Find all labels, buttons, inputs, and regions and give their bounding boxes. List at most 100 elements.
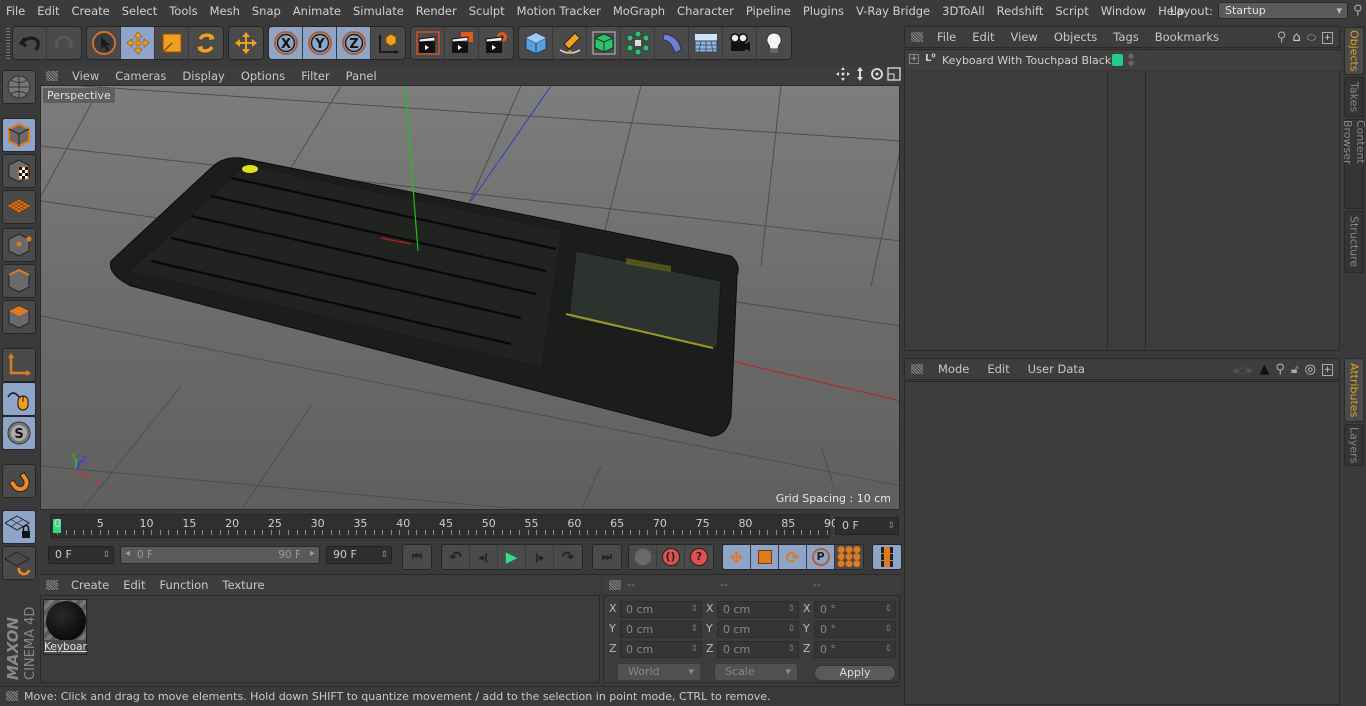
orbit-icon[interactable] bbox=[870, 67, 884, 81]
pos-y-field[interactable]: 0 cm bbox=[620, 621, 702, 638]
render-settings-button[interactable] bbox=[479, 27, 513, 59]
tab-takes[interactable]: Takes bbox=[1344, 77, 1364, 117]
search-icon[interactable]: ⚲ bbox=[1275, 362, 1285, 377]
panel-grip-icon[interactable] bbox=[46, 70, 58, 81]
keyframe-selection-button[interactable]: ? bbox=[685, 545, 713, 569]
texture-mode-button[interactable] bbox=[2, 154, 36, 188]
material-swatch[interactable]: Keyboar bbox=[43, 599, 87, 655]
objects-menu-view[interactable]: View bbox=[1003, 30, 1046, 44]
search-icon[interactable]: ⚲ bbox=[1277, 30, 1287, 45]
floor-button[interactable] bbox=[689, 27, 723, 59]
search-icon[interactable]: ⚲ bbox=[1353, 3, 1363, 18]
goto-start-button[interactable]: ⏮ bbox=[403, 545, 431, 569]
goto-end-button[interactable]: ⏭ bbox=[593, 545, 621, 569]
material-menu-texture[interactable]: Texture bbox=[215, 578, 271, 592]
keyboard-model[interactable] bbox=[109, 157, 739, 437]
live-selection-button[interactable] bbox=[87, 27, 121, 59]
rotate-tool-button[interactable] bbox=[189, 27, 223, 59]
object-row[interactable]: + L⁰ Keyboard With Touchpad Black ● ● bbox=[905, 51, 1341, 71]
viewport-menu-filter[interactable]: Filter bbox=[293, 69, 337, 83]
pos-x-field[interactable]: 0 cm bbox=[620, 601, 702, 618]
home-icon[interactable]: ⌂ bbox=[1292, 30, 1300, 45]
panel-grip-icon[interactable] bbox=[911, 364, 923, 374]
menu-create[interactable]: Create bbox=[66, 4, 116, 18]
menu-tools[interactable]: Tools bbox=[163, 4, 203, 18]
menu-character[interactable]: Character bbox=[671, 4, 740, 18]
key-scale-button[interactable] bbox=[751, 545, 779, 569]
tab-attributes[interactable]: Attributes bbox=[1344, 358, 1364, 422]
history-back-icon[interactable]: ◂◇▸ bbox=[1232, 363, 1253, 377]
menu-motion-tracker[interactable]: Motion Tracker bbox=[511, 4, 607, 18]
prev-frame-button[interactable]: ◂( bbox=[470, 545, 498, 569]
tab-objects[interactable]: Objects bbox=[1344, 27, 1364, 75]
x-axis-button[interactable]: X bbox=[269, 27, 303, 59]
move-tool-button[interactable] bbox=[121, 27, 155, 59]
model-mode-button[interactable] bbox=[2, 118, 36, 152]
new-panel-icon[interactable]: + bbox=[1322, 363, 1333, 376]
menu-select[interactable]: Select bbox=[116, 4, 163, 18]
size-mode-dropdown[interactable]: Scale bbox=[715, 664, 797, 680]
3d-viewport[interactable]: Y Z X Perspective Grid Spacing : 10 cm bbox=[40, 85, 900, 510]
expand-icon[interactable]: + bbox=[909, 54, 919, 64]
toolbar-grip[interactable] bbox=[6, 27, 10, 59]
visibility-dots-icon[interactable]: ● ● bbox=[1128, 53, 1134, 67]
rot-p-field[interactable]: 0 ° bbox=[814, 621, 896, 638]
camera-button[interactable] bbox=[723, 27, 757, 59]
panel-grip-icon[interactable] bbox=[609, 579, 621, 590]
layer-color-chip[interactable] bbox=[1112, 54, 1123, 66]
viewport-menu-panel[interactable]: Panel bbox=[338, 69, 385, 83]
objects-menu-bookmarks[interactable]: Bookmarks bbox=[1147, 30, 1227, 44]
menu-animate[interactable]: Animate bbox=[287, 4, 347, 18]
tab-layers[interactable]: Layers bbox=[1344, 424, 1364, 466]
prev-key-button[interactable]: ↶ bbox=[442, 545, 470, 569]
record-keys-button[interactable] bbox=[629, 545, 657, 569]
timeline-ruler[interactable]: 0 5 10 15 20 25 30 35 40 45 50 55 60 65 70 75 80 85 90 bbox=[50, 514, 838, 538]
range-left-arrow-icon[interactable]: ◂ bbox=[125, 548, 130, 559]
size-y-field[interactable]: 0 cm bbox=[717, 621, 799, 638]
next-frame-button[interactable]: )▸ bbox=[526, 545, 554, 569]
cursor-arrow-icon[interactable]: ▲ bbox=[1259, 362, 1269, 377]
objects-menu-tags[interactable]: Tags bbox=[1105, 30, 1146, 44]
attr-menu-user-data[interactable]: User Data bbox=[1019, 362, 1094, 376]
menu-redshift[interactable]: Redshift bbox=[991, 4, 1050, 18]
menu-pipeline[interactable]: Pipeline bbox=[740, 4, 797, 18]
viewport-menu-options[interactable]: Options bbox=[233, 69, 293, 83]
menu-file[interactable]: File bbox=[0, 4, 31, 18]
render-view-button[interactable] bbox=[411, 27, 445, 59]
panel-grip-icon[interactable] bbox=[911, 32, 923, 42]
render-picture-viewer-button[interactable] bbox=[445, 27, 479, 59]
material-menu-edit[interactable]: Edit bbox=[116, 578, 152, 592]
rot-h-field[interactable]: 0 ° bbox=[814, 601, 896, 618]
objects-menu-edit[interactable]: Edit bbox=[964, 30, 1002, 44]
viewport-menu-cameras[interactable]: Cameras bbox=[107, 69, 174, 83]
viewport-menu-display[interactable]: Display bbox=[174, 69, 232, 83]
tweak-mode-button[interactable] bbox=[2, 382, 36, 416]
workplane-mode-button[interactable] bbox=[2, 190, 36, 224]
maximize-view-icon[interactable] bbox=[887, 67, 901, 81]
undo-button[interactable] bbox=[13, 27, 47, 59]
pan-icon[interactable] bbox=[836, 67, 850, 81]
attr-menu-edit[interactable]: Edit bbox=[978, 362, 1018, 376]
y-axis-button[interactable]: Y bbox=[303, 27, 337, 59]
range-right-arrow-icon[interactable]: ▸ bbox=[310, 548, 315, 559]
snap-magnet-button[interactable] bbox=[2, 464, 36, 498]
attr-menu-mode[interactable]: Mode bbox=[929, 362, 978, 376]
menu-vray-bridge[interactable]: V-Ray Bridge bbox=[850, 4, 936, 18]
size-x-field[interactable]: 0 cm bbox=[717, 601, 799, 618]
workplane-align-button[interactable] bbox=[2, 546, 36, 580]
start-frame-field[interactable]: 0 F bbox=[48, 546, 114, 564]
zoom-view-icon[interactable] bbox=[853, 67, 867, 81]
coordinate-system-button[interactable] bbox=[371, 27, 405, 59]
pos-z-field[interactable]: 0 cm bbox=[620, 641, 702, 658]
panel-grip-icon[interactable] bbox=[46, 579, 58, 590]
key-pla-button[interactable]: ●●● ●●● ●●● bbox=[835, 545, 863, 569]
menu-render[interactable]: Render bbox=[410, 4, 463, 18]
size-z-field[interactable]: 0 cm bbox=[717, 641, 799, 658]
objects-menu-objects[interactable]: Objects bbox=[1046, 30, 1105, 44]
menu-mesh[interactable]: Mesh bbox=[204, 4, 246, 18]
material-menu-create[interactable]: Create bbox=[64, 578, 116, 592]
menu-mograph[interactable]: MoGraph bbox=[607, 4, 671, 18]
target-icon[interactable]: ◎ bbox=[1305, 362, 1316, 377]
cube-button[interactable] bbox=[519, 27, 553, 59]
menu-snap[interactable]: Snap bbox=[246, 4, 287, 18]
